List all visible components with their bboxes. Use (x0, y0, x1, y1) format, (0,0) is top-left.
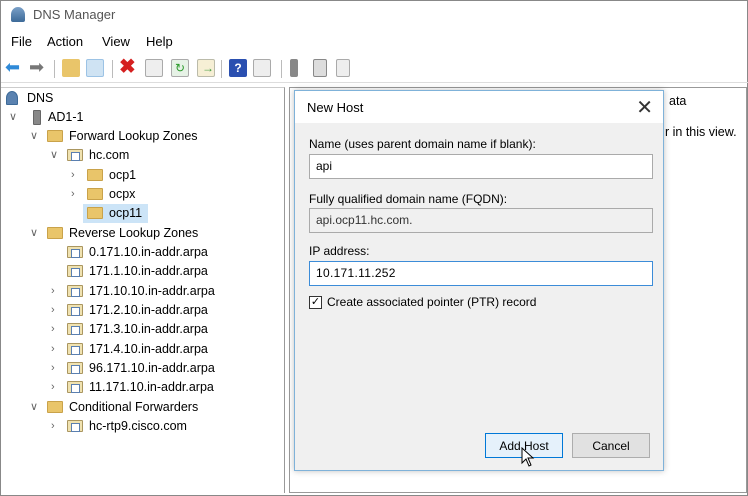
close-icon[interactable]: ✕ (636, 95, 653, 120)
zone-icon (67, 420, 83, 432)
up-folder-icon[interactable] (62, 59, 80, 77)
forward-arrow-icon[interactable]: ➡ (29, 58, 47, 77)
server-icon[interactable] (290, 59, 298, 77)
ptr-checkbox[interactable]: ✓ (309, 296, 322, 309)
zone-icon (67, 304, 83, 316)
tree-item-reverse-zone[interactable]: 0.171.10.in-addr.arpa (1, 243, 281, 262)
tree-item-forward-lookup-zones[interactable]: ∨ Forward Lookup Zones (1, 127, 281, 146)
show-action-pane-icon[interactable] (253, 59, 271, 77)
zone-icon (67, 265, 83, 277)
dialog-title: New Host (307, 100, 364, 115)
chevron-down-icon[interactable]: ∨ (30, 127, 40, 146)
chevron-right-icon[interactable]: › (51, 320, 61, 339)
menu-bar: File Action View Help (1, 31, 748, 53)
chevron-right-icon[interactable]: › (51, 340, 61, 359)
tree-item-reverse-zone[interactable]: 171.1.10.in-addr.arpa (1, 262, 281, 281)
name-input[interactable]: api (309, 154, 653, 179)
back-arrow-icon[interactable]: ⬅ (5, 58, 23, 77)
chevron-down-icon[interactable]: ∨ (50, 146, 60, 165)
window-title: DNS Manager (33, 7, 116, 22)
copy-icon[interactable] (336, 59, 350, 77)
tree-item-ocp11[interactable]: ocp11 (1, 204, 281, 223)
ip-address-input[interactable]: 10.171.11.252 (309, 261, 653, 286)
menu-action[interactable]: Action (47, 34, 83, 49)
chevron-down-icon[interactable]: ∨ (30, 398, 40, 417)
chevron-right-icon[interactable]: › (71, 185, 81, 204)
chevron-right-icon[interactable]: › (51, 417, 61, 436)
dns-icon (6, 91, 18, 105)
chevron-right-icon[interactable]: › (51, 301, 61, 320)
chevron-right-icon[interactable]: › (71, 166, 81, 185)
record-icon[interactable] (313, 59, 327, 77)
tree-item-reverse-zone[interactable]: › 171.3.10.in-addr.arpa (1, 320, 281, 339)
tree-item-ocpx[interactable]: › ocpx (1, 185, 281, 204)
server-icon (33, 110, 41, 125)
tree-item-dns[interactable]: DNS (1, 89, 281, 108)
chevron-right-icon[interactable]: › (51, 282, 61, 301)
zone-icon (67, 285, 83, 297)
zone-icon (67, 149, 83, 161)
delete-icon[interactable]: ✖ (119, 57, 137, 77)
tree-item-reverse-zone[interactable]: › 11.171.10.in-addr.arpa (1, 378, 281, 397)
tree-item-hc-com[interactable]: ∨ hc.com (1, 146, 281, 165)
folder-icon (47, 130, 63, 142)
chevron-right-icon[interactable]: › (51, 378, 61, 397)
folder-icon (87, 169, 103, 181)
tree-item-hc-rtp9[interactable]: › hc-rtp9.cisco.com (1, 417, 281, 436)
menu-view[interactable]: View (102, 34, 130, 49)
refresh-icon[interactable]: ↻ (171, 59, 189, 77)
folder-icon (87, 207, 103, 219)
title-bar: DNS Manager (1, 1, 748, 29)
menu-help[interactable]: Help (146, 34, 173, 49)
tree-item-conditional-forwarders[interactable]: ∨ Conditional Forwarders (1, 398, 281, 417)
fqdn-field: api.ocp11.hc.com. (309, 208, 653, 233)
zone-icon (67, 246, 83, 258)
tree-item-ocp1[interactable]: › ocp1 (1, 166, 281, 185)
tree-item-server[interactable]: ∨ AD1-1 (1, 108, 281, 127)
show-hide-console-tree-icon[interactable] (86, 59, 104, 77)
name-label: Name (uses parent domain name if blank): (309, 137, 536, 151)
chevron-down-icon[interactable]: ∨ (9, 108, 19, 127)
chevron-down-icon[interactable]: ∨ (30, 224, 40, 243)
pane-text-2: r in this view. (665, 125, 737, 139)
dialog-title-bar: New Host ✕ (295, 91, 663, 123)
zone-icon (67, 381, 83, 393)
zone-icon (67, 362, 83, 374)
pane-text-1: ata (669, 94, 687, 108)
zone-icon (67, 343, 83, 355)
help-icon[interactable]: ? (229, 59, 247, 77)
dns-manager-icon (11, 7, 25, 22)
fqdn-label: Fully qualified domain name (FQDN): (309, 192, 508, 206)
export-list-icon[interactable]: → (197, 59, 215, 77)
mouse-cursor-icon (521, 447, 535, 467)
chevron-right-icon[interactable]: › (51, 359, 61, 378)
ip-label: IP address: (309, 244, 370, 258)
folder-icon (87, 188, 103, 200)
folder-icon (47, 401, 63, 413)
cancel-button[interactable]: Cancel (572, 433, 650, 458)
tree-item-reverse-zone[interactable]: › 171.4.10.in-addr.arpa (1, 340, 281, 359)
toolbar: ⬅ ➡ ✖ ↻ → ? (1, 55, 748, 83)
tree-item-reverse-lookup-zones[interactable]: ∨ Reverse Lookup Zones (1, 224, 281, 243)
console-tree: DNS ∨ AD1-1 ∨ Forward Lookup Zones ∨ hc.… (1, 87, 285, 493)
folder-icon (47, 227, 63, 239)
ptr-label[interactable]: Create associated pointer (PTR) record (327, 295, 536, 309)
tree-item-reverse-zone[interactable]: › 171.10.10.in-addr.arpa (1, 282, 281, 301)
zone-icon (67, 323, 83, 335)
menu-file[interactable]: File (11, 34, 32, 49)
tree-item-reverse-zone[interactable]: › 96.171.10.in-addr.arpa (1, 359, 281, 378)
new-host-dialog: New Host ✕ Name (uses parent domain name… (294, 90, 664, 471)
properties-icon[interactable] (145, 59, 163, 77)
tree-item-reverse-zone[interactable]: › 171.2.10.in-addr.arpa (1, 301, 281, 320)
